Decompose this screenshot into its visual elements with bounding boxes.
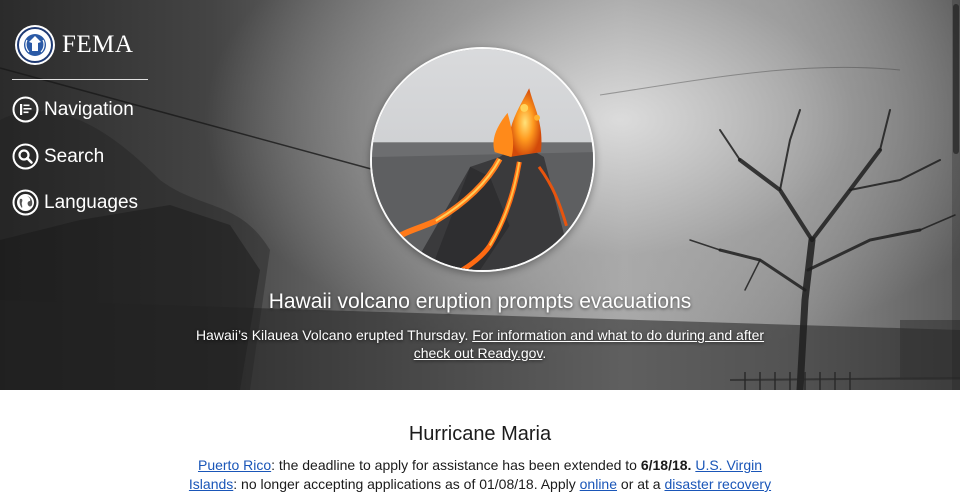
dhs-seal-icon — [15, 25, 55, 65]
nav-search-label: Search — [44, 145, 105, 167]
apply-online-link[interactable]: online — [580, 476, 617, 492]
notice-text-1: : the deadline to apply for assistance h… — [271, 457, 641, 473]
notice-text-2: : no longer accepting applications as of… — [233, 476, 580, 492]
deadline-date: 6/18/18. — [640, 457, 692, 473]
scrollbar-thumb[interactable] — [953, 4, 959, 154]
feature-summary-text: Hawaii’s Kilauea Volcano erupted Thursda… — [195, 327, 473, 343]
notice-body: Puerto Rico: the deadline to apply for a… — [180, 456, 780, 492]
nav-navigation[interactable]: Navigation — [12, 96, 134, 123]
notice-text-3: or at a — [617, 476, 665, 492]
puerto-rico-link[interactable]: Puerto Rico — [198, 457, 271, 473]
scrollbar[interactable] — [952, 0, 960, 390]
nav-navigation-label: Navigation — [44, 98, 134, 120]
volcano-eruption-photo[interactable] — [370, 47, 595, 272]
nav-search[interactable]: Search — [12, 143, 104, 170]
globe-icon — [12, 189, 39, 216]
volcano-image — [372, 49, 593, 270]
hero-banner: FEMA Navigation Search Languages Hawaii … — [0, 0, 960, 390]
feature-summary-end: . — [542, 345, 547, 361]
feature-summary: Hawaii’s Kilauea Volcano erupted Thursda… — [195, 326, 765, 362]
nav-languages-label: Languages — [44, 191, 139, 213]
notice-heading: Hurricane Maria — [408, 423, 552, 445]
disaster-recovery-link[interactable]: disaster recovery — [664, 476, 771, 492]
fema-logo[interactable]: FEMA — [14, 24, 133, 66]
feature-headline: Hawaii volcano eruption prompts evacuati… — [268, 290, 692, 313]
brand-name: FEMA — [62, 31, 134, 58]
nav-languages[interactable]: Languages — [12, 189, 138, 216]
magnifier-icon — [12, 143, 39, 170]
logo-divider — [12, 79, 148, 80]
menu-lines-icon — [12, 96, 39, 123]
